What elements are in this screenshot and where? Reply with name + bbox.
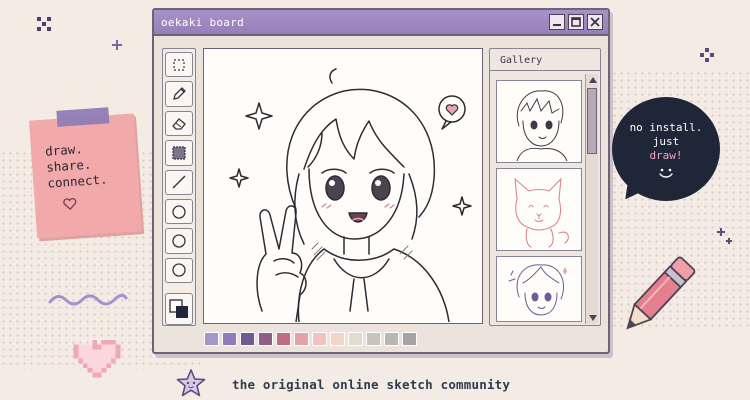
color-palette [204, 330, 482, 348]
color-swatch-8[interactable] [330, 332, 345, 346]
gallery-thumb-2[interactable] [496, 168, 582, 251]
color-swap-icon [169, 299, 188, 319]
tool-palette [162, 48, 196, 326]
select-icon [173, 59, 185, 71]
color-swatch-6[interactable] [294, 332, 309, 346]
color-swap-button[interactable] [165, 293, 193, 326]
sparkle-icon [112, 40, 122, 50]
circle-tool-button-3[interactable] [165, 257, 193, 284]
arrow-up-icon [588, 77, 597, 83]
gallery-thumb-3[interactable] [496, 256, 582, 322]
sparkle-icon [37, 17, 51, 31]
pencil-icon [173, 87, 186, 100]
title-bar[interactable]: oekaki board [154, 10, 608, 36]
star-icon [176, 369, 206, 397]
circle-tool-button-2[interactable] [165, 228, 193, 254]
fill-tool-button[interactable] [165, 140, 193, 166]
circle-icon [172, 234, 186, 248]
close-button[interactable] [587, 14, 603, 30]
select-tool-button[interactable] [165, 52, 193, 78]
line-icon [172, 175, 186, 189]
pencil-tool-button[interactable] [165, 81, 193, 107]
wavy-line [48, 293, 128, 306]
color-swatch-12[interactable] [402, 332, 417, 346]
color-swatch-11[interactable] [384, 332, 399, 346]
minimize-icon [553, 24, 561, 26]
bubble-line-1: no install. [629, 121, 703, 134]
scroll-down-button[interactable] [586, 312, 599, 324]
speech-bubble-text: no install. just draw! [612, 121, 720, 183]
window-title: oekaki board [161, 15, 245, 29]
tagline: the original online sketch community [232, 377, 511, 392]
girl-sketch-thumbnail [508, 264, 567, 316]
gallery-title: Gallery [490, 49, 600, 71]
sticky-note: draw. share. connect. [29, 107, 142, 239]
boy-sketch-thumbnail [516, 90, 568, 162]
scroll-up-button[interactable] [586, 74, 599, 86]
color-swatch-5[interactable] [276, 332, 291, 346]
arrow-down-icon [588, 315, 597, 321]
cat-sketch-thumbnail [514, 177, 569, 248]
scroll-thumb[interactable] [587, 88, 597, 154]
circle-tool-button[interactable] [165, 198, 193, 225]
drawing-canvas[interactable] [203, 48, 483, 324]
color-swatch-4[interactable] [258, 332, 273, 346]
smiley-icon [659, 168, 673, 178]
heart-icon [63, 198, 77, 211]
color-swatch-3[interactable] [240, 332, 255, 346]
color-swatch-10[interactable] [366, 332, 381, 346]
color-swatch-1[interactable] [204, 332, 219, 346]
bubble-line-2: just [652, 135, 680, 148]
pixel-heart-icon [73, 340, 121, 378]
color-swatch-2[interactable] [222, 332, 237, 346]
pencil-icon [626, 256, 696, 330]
minimize-button[interactable] [549, 14, 565, 30]
gallery-scrollbar[interactable] [585, 74, 598, 324]
oekaki-window: oekaki board Gallery [152, 8, 610, 354]
maximize-icon [571, 17, 581, 27]
fill-icon [172, 146, 186, 160]
circle-icon [172, 263, 186, 278]
eraser-icon [172, 118, 186, 131]
bubble-line-3: draw! [649, 149, 683, 162]
line-tool-button[interactable] [165, 169, 193, 195]
tape [56, 107, 110, 127]
maximize-button[interactable] [568, 14, 584, 30]
close-icon [590, 17, 600, 27]
gallery-panel: Gallery [489, 48, 601, 326]
sparkle-icon [717, 228, 732, 244]
color-swatch-9[interactable] [348, 332, 363, 346]
circle-icon [172, 204, 186, 219]
color-swatch-7[interactable] [312, 332, 327, 346]
eraser-tool-button[interactable] [165, 110, 193, 137]
sparkle-icon [700, 48, 714, 62]
anime-girl-drawing [229, 68, 472, 323]
gallery-thumb-1[interactable] [496, 80, 582, 163]
